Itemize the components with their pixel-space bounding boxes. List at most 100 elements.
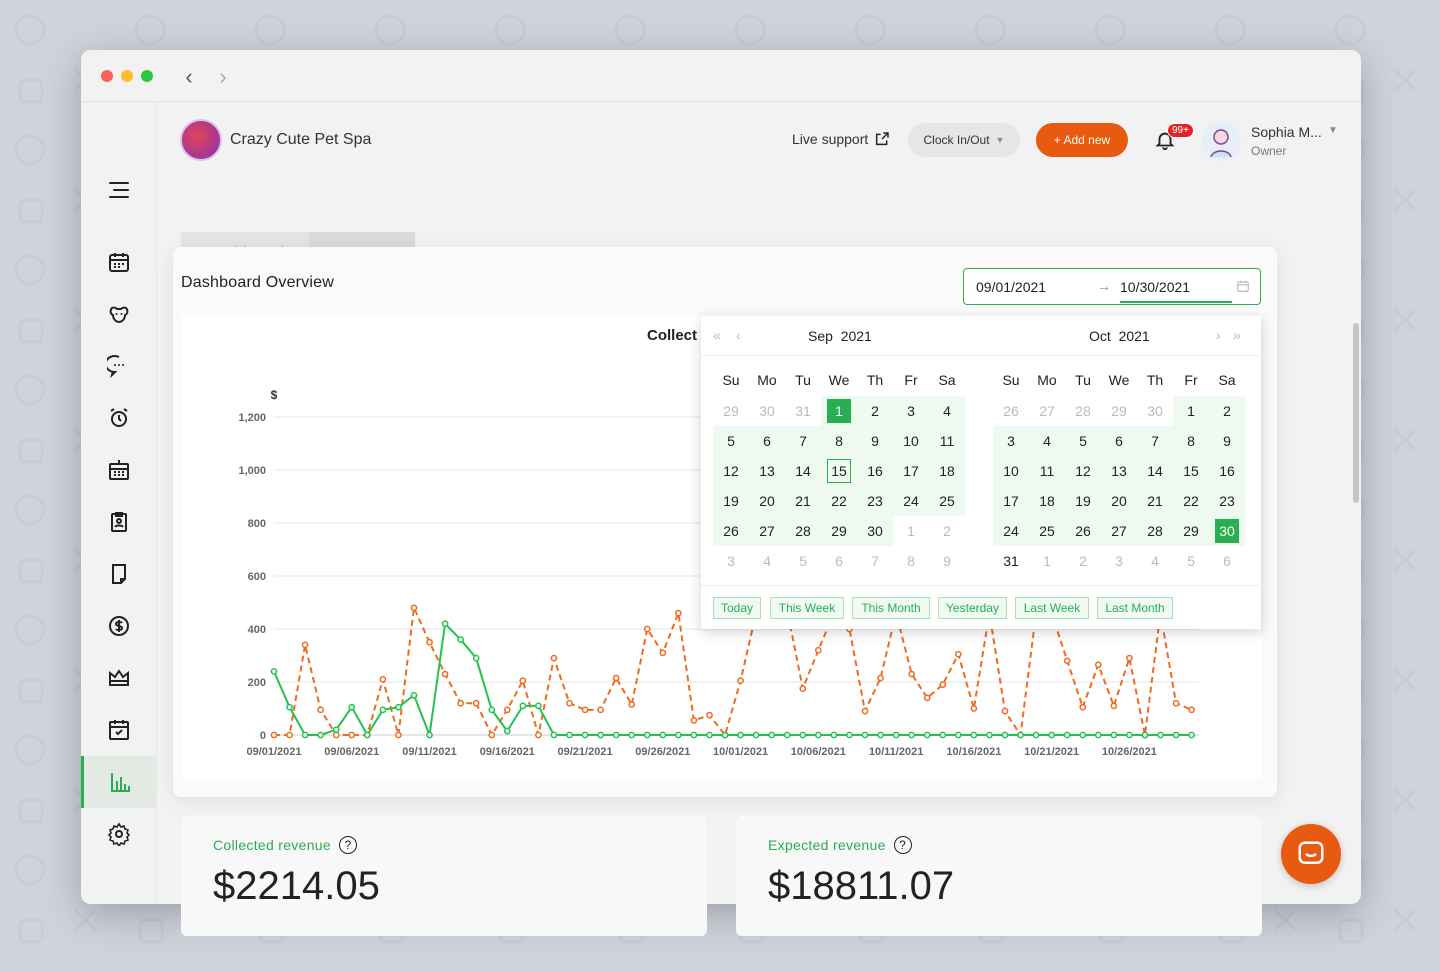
close-window-button[interactable] xyxy=(101,70,113,82)
calendar-day-outside[interactable]: 1 xyxy=(893,516,929,546)
calendar-day[interactable]: 7 xyxy=(785,426,821,456)
back-button[interactable]: ‹ xyxy=(179,64,199,90)
calendar-day[interactable]: 15 xyxy=(821,456,857,486)
calendar-day[interactable]: 4 xyxy=(929,396,965,426)
help-icon[interactable]: ? xyxy=(893,836,912,854)
calendar-day[interactable]: 19 xyxy=(1065,486,1101,516)
calendar-day[interactable]: 26 xyxy=(1065,516,1101,546)
live-support-link[interactable]: Live support xyxy=(792,131,890,147)
calendar-day[interactable]: 24 xyxy=(893,486,929,516)
calendar-day[interactable]: 21 xyxy=(1137,486,1173,516)
calendar-day-outside[interactable]: 8 xyxy=(893,546,929,576)
forward-button[interactable]: › xyxy=(213,64,233,90)
calendar-day[interactable]: 14 xyxy=(785,456,821,486)
add-new-button[interactable]: + Add new xyxy=(1036,123,1128,157)
scrollbar-thumb[interactable] xyxy=(1353,323,1359,503)
calendar-day-outside[interactable]: 1 xyxy=(1029,546,1065,576)
minimize-window-button[interactable] xyxy=(121,70,133,82)
calendar-day[interactable]: 18 xyxy=(1029,486,1065,516)
calendar-day-outside[interactable]: 3 xyxy=(1101,546,1137,576)
sidebar-item-calendar[interactable] xyxy=(81,236,157,288)
calendar-day[interactable]: 22 xyxy=(1173,486,1209,516)
page-scrollbar[interactable] xyxy=(1351,323,1361,503)
calendar-day-outside[interactable]: 6 xyxy=(1209,546,1245,576)
preset-this-week[interactable]: This Week xyxy=(770,597,844,619)
calendar-day-outside[interactable]: 9 xyxy=(929,546,965,576)
calendar-day[interactable]: 18 xyxy=(929,456,965,486)
calendar-day[interactable]: 2 xyxy=(857,396,893,426)
user-menu-chevron-icon[interactable]: ▼ xyxy=(1328,125,1338,136)
sidebar-item-reports[interactable] xyxy=(81,756,157,808)
sidebar-item-settings[interactable] xyxy=(81,808,157,860)
calendar-day-outside[interactable]: 29 xyxy=(1101,396,1137,426)
calendar-day[interactable]: 16 xyxy=(857,456,893,486)
calendar-day[interactable]: 24 xyxy=(993,516,1029,546)
calendar-day[interactable]: 23 xyxy=(857,486,893,516)
calendar-day-outside[interactable]: 4 xyxy=(1137,546,1173,576)
prev-month-icon[interactable]: ‹ xyxy=(736,327,741,343)
preset-last-month[interactable]: Last Month xyxy=(1097,597,1173,619)
calendar-day-outside[interactable]: 29 xyxy=(713,396,749,426)
calendar-day[interactable]: 30 xyxy=(1209,516,1245,546)
calendar-day[interactable]: 17 xyxy=(993,486,1029,516)
calendar-day[interactable]: 1 xyxy=(821,396,857,426)
calendar-day[interactable]: 21 xyxy=(785,486,821,516)
calendar-day[interactable]: 4 xyxy=(1029,426,1065,456)
prev-year-icon[interactable]: « xyxy=(713,327,721,343)
calendar-day[interactable]: 20 xyxy=(749,486,785,516)
date-end-input[interactable]: 10/30/2021 xyxy=(1120,279,1190,295)
calendar-day[interactable]: 22 xyxy=(821,486,857,516)
calendar-day[interactable]: 5 xyxy=(1065,426,1101,456)
preset-today[interactable]: Today xyxy=(713,597,761,619)
next-month-icon[interactable]: › xyxy=(1216,327,1221,343)
sidebar-item-clients[interactable] xyxy=(81,496,157,548)
maximize-window-button[interactable] xyxy=(141,70,153,82)
preset-this-month[interactable]: This Month xyxy=(852,597,930,619)
calendar-day[interactable]: 16 xyxy=(1209,456,1245,486)
sidebar-item-reminders[interactable] xyxy=(81,392,157,444)
chat-widget-button[interactable] xyxy=(1281,824,1341,884)
calendar-day-outside[interactable]: 6 xyxy=(821,546,857,576)
calendar-day[interactable]: 29 xyxy=(821,516,857,546)
sidebar-item-pets[interactable] xyxy=(81,288,157,340)
calendar-day[interactable]: 11 xyxy=(1029,456,1065,486)
calendar-day[interactable]: 6 xyxy=(749,426,785,456)
calendar-day[interactable]: 9 xyxy=(1209,426,1245,456)
calendar-day-outside[interactable]: 26 xyxy=(993,396,1029,426)
calendar-day[interactable]: 10 xyxy=(893,426,929,456)
left-month-label[interactable]: Sep 2021 xyxy=(808,328,872,344)
calendar-day[interactable]: 1 xyxy=(1173,396,1209,426)
calendar-day[interactable]: 26 xyxy=(713,516,749,546)
calendar-day[interactable]: 10 xyxy=(993,456,1029,486)
user-avatar[interactable] xyxy=(1201,121,1241,161)
sidebar-item-memberships[interactable] xyxy=(81,652,157,704)
calendar-day[interactable]: 17 xyxy=(893,456,929,486)
calendar-day[interactable]: 13 xyxy=(749,456,785,486)
calendar-day[interactable]: 29 xyxy=(1173,516,1209,546)
right-month-label[interactable]: Oct 2021 xyxy=(1089,328,1150,344)
calendar-day[interactable]: 30 xyxy=(857,516,893,546)
help-icon[interactable]: ? xyxy=(338,836,357,854)
user-name[interactable]: Sophia M... xyxy=(1251,124,1322,140)
calendar-day[interactable]: 7 xyxy=(1137,426,1173,456)
calendar-day-outside[interactable]: 28 xyxy=(1065,396,1101,426)
sidebar-item-bookings[interactable] xyxy=(81,704,157,756)
calendar-day[interactable]: 12 xyxy=(713,456,749,486)
calendar-day[interactable]: 9 xyxy=(857,426,893,456)
calendar-day-outside[interactable]: 5 xyxy=(785,546,821,576)
calendar-day[interactable]: 6 xyxy=(1101,426,1137,456)
calendar-day-outside[interactable]: 2 xyxy=(1065,546,1101,576)
next-year-icon[interactable]: » xyxy=(1233,327,1241,343)
calendar-day-outside[interactable]: 5 xyxy=(1173,546,1209,576)
sidebar-item-documents[interactable] xyxy=(81,548,157,600)
calendar-day-outside[interactable]: 30 xyxy=(749,396,785,426)
calendar-day[interactable]: 15 xyxy=(1173,456,1209,486)
calendar-day[interactable]: 14 xyxy=(1137,456,1173,486)
date-range-picker[interactable]: 09/01/2021 → 10/30/2021 xyxy=(963,268,1261,305)
calendar-day[interactable]: 8 xyxy=(1173,426,1209,456)
clock-in-out-dropdown[interactable]: Clock In/Out ▼ xyxy=(908,123,1020,157)
calendar-day[interactable]: 12 xyxy=(1065,456,1101,486)
calendar-day[interactable]: 25 xyxy=(1029,516,1065,546)
calendar-day-outside[interactable]: 27 xyxy=(1029,396,1065,426)
calendar-day-outside[interactable]: 3 xyxy=(713,546,749,576)
